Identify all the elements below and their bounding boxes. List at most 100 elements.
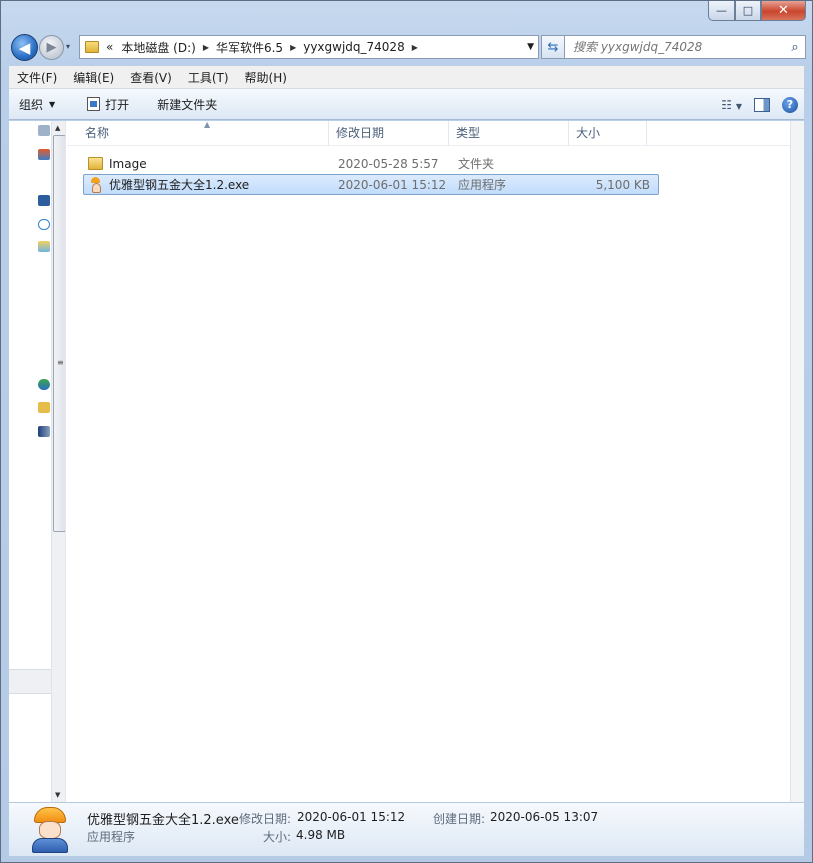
column-name-label: 名称 xyxy=(85,126,110,140)
file-date: 2020-05-28 5:57 xyxy=(338,156,439,171)
menu-bar: 文件(F) 编辑(E) 查看(V) 工具(T) 帮助(H) xyxy=(9,66,804,89)
folder-icon[interactable] xyxy=(38,402,50,413)
column-headers: ▲ 名称 修改日期 类型 大小 xyxy=(67,120,790,146)
details-file-name: 优雅型钢五金大全1.2.exe xyxy=(87,813,239,828)
column-header-size[interactable]: 大小 xyxy=(569,121,647,146)
recent-pages-button[interactable]: ▾ xyxy=(66,42,70,51)
chevron-down-icon[interactable]: ▼ xyxy=(527,42,534,52)
navigation-pane: ▲ ≡ ▼ xyxy=(9,121,66,802)
nav-pane-scroll-thumb[interactable]: ≡ xyxy=(53,135,65,532)
file-type: 应用程序 xyxy=(458,178,507,192)
close-button[interactable]: ✕ xyxy=(761,1,806,21)
worker-face-icon xyxy=(39,821,61,839)
organize-button[interactable]: 组织 ▼ xyxy=(9,96,65,113)
network-icon[interactable] xyxy=(38,379,50,390)
open-icon xyxy=(87,97,101,111)
nav-pane-scrollbar[interactable]: ▲ ≡ ▼ xyxy=(51,121,65,802)
file-name: Image xyxy=(109,156,147,171)
details-file-type: 应用程序 xyxy=(87,830,136,844)
details-modified-value: 2020-06-01 15:12 xyxy=(297,810,406,824)
breadcrumb-current[interactable]: yyxgwjdq_74028 xyxy=(299,40,408,54)
content-area: ▲ ≡ ▼ ▲ 名称 修改日期 类型 大小 Image 2020-05-28 5… xyxy=(9,120,804,802)
sort-ascending-icon: ▲ xyxy=(204,120,211,129)
column-header-type[interactable]: 类型 xyxy=(449,121,569,146)
menu-file[interactable]: 文件(F) xyxy=(9,69,65,86)
worker-body-icon xyxy=(32,838,68,853)
open-button[interactable]: 打开 xyxy=(77,96,139,113)
refresh-icon: ⇆ xyxy=(547,39,559,55)
new-folder-button[interactable]: 新建文件夹 xyxy=(147,96,227,113)
file-date: 2020-06-01 15:12 xyxy=(338,177,447,192)
favorites-icon[interactable] xyxy=(38,125,50,136)
file-name: 优雅型钢五金大全1.2.exe xyxy=(109,178,250,192)
chevron-right-icon[interactable]: ▶ xyxy=(200,43,212,52)
views-icon: ☷ xyxy=(721,97,733,112)
command-bar-right: ☷ ▼ ? xyxy=(721,89,798,120)
file-list-scrollbar[interactable] xyxy=(790,121,804,802)
column-header-date[interactable]: 修改日期 xyxy=(329,121,449,146)
chevron-right-icon[interactable]: ▶ xyxy=(287,43,299,52)
preview-pane-icon[interactable] xyxy=(754,97,770,112)
search-input[interactable] xyxy=(573,40,785,54)
details-pane: 优雅型钢五金大全1.2.exe 应用程序 修改日期: 2020-06-01 15… xyxy=(9,802,804,856)
scroll-up-icon[interactable]: ▲ xyxy=(55,124,60,132)
column-header-name[interactable]: ▲ 名称 xyxy=(67,120,329,146)
menu-view[interactable]: 查看(V) xyxy=(122,69,180,86)
details-created-value: 2020-06-05 13:07 xyxy=(490,810,599,824)
new-folder-label: 新建文件夹 xyxy=(157,97,218,112)
column-size-label: 大小 xyxy=(576,126,601,140)
file-list-pane: ▲ 名称 修改日期 类型 大小 Image 2020-05-28 5:57 文件… xyxy=(67,120,804,802)
file-name-cell: 优雅型钢五金大全1.2.exe xyxy=(84,176,338,193)
caption-buttons: — □ ✕ xyxy=(708,1,806,21)
back-button[interactable]: ◀ xyxy=(11,34,38,61)
refresh-button[interactable]: ⇆ xyxy=(541,35,565,59)
details-size-label: 大小: xyxy=(263,830,292,844)
file-size: 5,100 KB xyxy=(595,177,650,192)
library-icon[interactable] xyxy=(38,241,50,252)
menu-help[interactable]: 帮助(H) xyxy=(237,69,295,86)
file-row-image-folder[interactable]: Image 2020-05-28 5:57 文件夹 xyxy=(83,153,659,174)
exe-icon xyxy=(88,177,103,193)
open-label: 打开 xyxy=(105,97,130,112)
file-name-cell: Image xyxy=(84,157,338,171)
chevron-right-icon[interactable]: ▶ xyxy=(409,43,421,52)
change-view-button[interactable]: ☷ ▼ xyxy=(721,98,742,112)
file-row-exe[interactable]: 优雅型钢五金大全1.2.exe 2020-06-01 15:12 应用程序 5,… xyxy=(83,174,659,195)
command-bar: 组织 ▼ 打开 新建文件夹 ☷ ▼ ? xyxy=(9,89,804,120)
navigation-bar: ◀ ▶ ▾ « 本地磁盘 (D:) ▶ 华军软件6.5 ▶ yyxgwjdq_7… xyxy=(9,32,806,62)
scroll-down-icon[interactable]: ▼ xyxy=(55,791,60,799)
search-icon[interactable]: ⌕ xyxy=(785,40,805,55)
column-type-label: 类型 xyxy=(456,126,481,140)
column-date-label: 修改日期 xyxy=(336,126,385,140)
drive-icon[interactable] xyxy=(38,426,50,437)
breadcrumb-drive[interactable]: 本地磁盘 (D:) xyxy=(117,39,199,56)
breadcrumb-overflow[interactable]: « xyxy=(102,40,117,54)
maximize-button[interactable]: □ xyxy=(735,1,761,21)
chevron-down-icon: ▼ xyxy=(49,99,56,109)
details-created-label: 创建日期: xyxy=(433,812,486,826)
chevron-down-icon: ▼ xyxy=(735,101,742,111)
folder-icon xyxy=(85,41,99,53)
organize-label: 组织 xyxy=(19,97,44,112)
forward-arrow-icon: ▶ xyxy=(46,40,57,55)
help-icon[interactable]: ? xyxy=(782,96,798,113)
breadcrumb-folder[interactable]: 华军软件6.5 xyxy=(212,39,287,56)
cloud-icon[interactable] xyxy=(38,219,50,230)
details-modified-label: 修改日期: xyxy=(239,812,292,826)
computer-icon[interactable] xyxy=(38,195,50,206)
forward-button[interactable]: ▶ xyxy=(39,35,64,60)
file-type: 文件夹 xyxy=(458,157,495,171)
file-rows: Image 2020-05-28 5:57 文件夹 优雅型钢五金大全1.2.ex… xyxy=(83,153,659,195)
exe-icon xyxy=(29,807,71,853)
minimize-button[interactable]: — xyxy=(708,1,735,21)
address-bar[interactable]: « 本地磁盘 (D:) ▶ 华军软件6.5 ▶ yyxgwjdq_74028 ▶… xyxy=(79,35,539,59)
desktop-icon[interactable] xyxy=(38,149,50,160)
menu-edit[interactable]: 编辑(E) xyxy=(65,69,122,86)
search-box[interactable]: ⌕ xyxy=(564,35,806,59)
nav-pane-splitter[interactable] xyxy=(9,669,51,694)
details-size-value: 4.98 MB xyxy=(296,828,346,842)
back-arrow-icon: ◀ xyxy=(18,38,31,57)
menu-tools[interactable]: 工具(T) xyxy=(180,69,237,86)
grip-icon: ≡ xyxy=(57,358,64,367)
folder-icon xyxy=(88,157,103,170)
